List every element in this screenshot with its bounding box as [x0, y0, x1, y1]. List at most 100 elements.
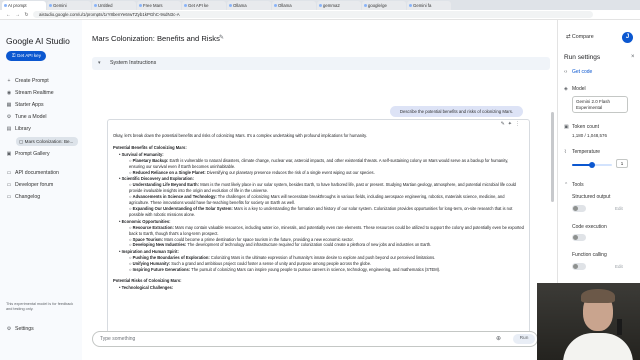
- browser-toolbar: ← → ↻ aistudio.google.com/u/1/prompts/1r…: [0, 10, 640, 20]
- close-icon[interactable]: ×: [631, 54, 635, 60]
- browser-tab[interactable]: google/ge: [362, 1, 406, 10]
- get-code-link[interactable]: Get code: [572, 69, 592, 75]
- sidebar-item-label: API documentation: [15, 170, 59, 176]
- apps-icon: ▦: [6, 102, 12, 108]
- benefits-heading: Potential Benefits of Colonizing Mars:: [113, 144, 187, 150]
- model-label: Model: [572, 86, 586, 92]
- benefit-item-label: Unifying Humanity:: [132, 261, 171, 267]
- structured-output-toggle[interactable]: [572, 205, 586, 212]
- sidebar-item-developer-forum[interactable]: ▭ Developer forum: [6, 182, 54, 188]
- structured-output-label: Structured output: [572, 194, 611, 200]
- token-icon: ▣: [564, 124, 569, 130]
- benefit-group-label: Inspiration and Human Spirit:: [121, 249, 179, 255]
- sidebar-item-stream-realtime[interactable]: ◉ Stream Realtime: [6, 90, 54, 96]
- browser-tab[interactable]: gemma2: [317, 1, 361, 10]
- sidebar-item-starter-apps[interactable]: ▦ Starter Apps: [6, 102, 44, 108]
- webcam-overlay: [537, 283, 640, 360]
- reload-icon[interactable]: ↻: [24, 12, 29, 18]
- prompt-input[interactable]: Type something: [100, 332, 135, 347]
- add-media-icon[interactable]: ⊕: [496, 335, 501, 342]
- response-toolbar: ✎✦⋮: [501, 121, 523, 127]
- temperature-slider-handle[interactable]: [589, 162, 595, 168]
- get-api-key-button[interactable]: ⚿ Get API key: [6, 51, 46, 61]
- model-select[interactable]: Gemini 2.0 Flash Experimental: [572, 96, 628, 113]
- sidebar-item-changelog[interactable]: ▭ Changelog: [6, 194, 40, 200]
- sidebar-item-label: Create Prompt: [15, 78, 49, 84]
- risk-group-heading: • Technological Challenges:: [119, 284, 174, 290]
- run-button[interactable]: Run: [513, 334, 535, 344]
- benefit-item-label: Developing New Industries:: [132, 242, 187, 248]
- changelog-icon: ▭: [6, 194, 12, 200]
- function-calling-toggle[interactable]: [572, 263, 586, 270]
- edit-title-icon[interactable]: ✎: [219, 34, 224, 41]
- browser-tab[interactable]: Ollama: [272, 1, 316, 10]
- token-count-value: 1,180 / 1,048,576: [572, 133, 608, 138]
- tune-icon: ⚙: [6, 114, 12, 120]
- benefit-item-text: Colonizing Mars is the ultimate expressi…: [210, 255, 436, 261]
- gallery-icon: ▣: [6, 151, 12, 157]
- response-intro: Okay, let's break down the potential ben…: [113, 133, 367, 138]
- gear-icon: ⚙: [6, 326, 12, 332]
- benefit-item-text: Mars could become a prime destination fo…: [164, 236, 354, 242]
- code-execution-toggle[interactable]: [572, 234, 586, 241]
- temperature-input[interactable]: 1: [616, 159, 628, 168]
- sidebar-item-settings[interactable]: ⚙ Settings: [6, 326, 34, 332]
- sidebar-item-label: Changelog: [15, 194, 41, 200]
- benefit-item-text: Diversifying our planetary presence redu…: [206, 169, 375, 175]
- forward-icon[interactable]: →: [15, 12, 20, 18]
- run-label: Run: [519, 336, 529, 341]
- more-icon[interactable]: ⋮: [515, 121, 523, 127]
- run-settings-title: Run settings: [564, 54, 601, 61]
- sidebar-item-prompt-gallery[interactable]: ▣ Prompt Gallery: [6, 151, 50, 157]
- compare-label: Compare: [571, 34, 594, 40]
- benefit-item-label: Planetary Backup:: [132, 157, 169, 163]
- compare-button[interactable]: ⇄ Compare: [566, 34, 594, 40]
- browser-tab[interactable]: Untitled: [92, 1, 136, 10]
- avatar[interactable]: J: [622, 32, 633, 43]
- plus-icon: +: [7, 78, 11, 84]
- benefit-item-text: The pursuit of colonizing Mars can inspi…: [191, 267, 441, 273]
- model-icon: ◈: [564, 86, 568, 92]
- function-calling-edit[interactable]: Edit: [615, 264, 623, 269]
- edit-icon[interactable]: ✎: [501, 121, 508, 127]
- rerun-icon[interactable]: ✦: [508, 121, 515, 127]
- library-item-mars-colonization[interactable]: ▢ Mars Colonization: Be...: [16, 137, 78, 146]
- code-icon: ‹›: [564, 69, 568, 75]
- system-instructions-toggle[interactable]: ▾ System Instructions: [92, 57, 550, 70]
- browser-tab[interactable]: Free Mars: [137, 1, 181, 10]
- sidebar-item-api-docs[interactable]: ▭ API documentation: [6, 170, 59, 176]
- sidebar-item-label: Prompt Gallery: [15, 151, 50, 157]
- browser-tab[interactable]: Get API ke: [182, 1, 226, 10]
- benefit-item-label: Understanding Life Beyond Earth:: [132, 182, 200, 188]
- sidebar-item-tune-model[interactable]: ⚙ Tune a Model: [6, 114, 47, 120]
- sidebar-item-library[interactable]: ▤ Library: [6, 126, 31, 132]
- benefit-group-label: Scientific Discovery and Exploration:: [121, 176, 194, 182]
- response-text: Okay, let's break down the potential ben…: [113, 133, 525, 291]
- docs-icon: ▭: [6, 170, 12, 176]
- benefit-item-label: Pushing the Boundaries of Exploration:: [132, 255, 210, 261]
- tools-label: Tools: [572, 182, 584, 188]
- sidebar-item-create-prompt[interactable]: + Create Prompt: [6, 78, 49, 84]
- structured-output-edit[interactable]: Edit: [615, 206, 623, 211]
- browser-tab[interactable]: Gemini: [47, 1, 91, 10]
- prompt-input-bar: Type something ⊕ Run: [92, 331, 538, 347]
- benefit-group-label: Economic Opportunities:: [121, 218, 171, 224]
- risks-heading: Potential Risks of Colonizing Mars:: [113, 277, 182, 283]
- benefit-item-text: Such a grand and ambitious project could…: [171, 261, 372, 267]
- temperature-icon: ⌇: [564, 149, 567, 155]
- benefit-item: ○ Reduced Reliance on a Single Planet: D…: [129, 169, 375, 175]
- benefit-item: ○ Advancements in Science and Technology…: [129, 194, 505, 206]
- browser-tab[interactable]: AI prompt: [2, 1, 46, 10]
- benefit-item-text: The development of technology and infras…: [187, 242, 432, 248]
- chat-scrollbar[interactable]: [551, 112, 554, 202]
- browser-tab[interactable]: Gemini fa: [407, 1, 451, 10]
- browser-tab[interactable]: Ollama: [227, 1, 271, 10]
- left-sidebar: Google AI Studio ⚿ Get API key + Create P…: [0, 20, 82, 360]
- benefit-item-label: Advancements in Science and Technology:: [132, 194, 217, 200]
- back-icon[interactable]: ←: [6, 12, 11, 18]
- temperature-slider[interactable]: [572, 162, 612, 168]
- code-execution-label: Code execution: [572, 224, 607, 230]
- tools-chevron-icon[interactable]: ⌃: [564, 182, 568, 188]
- chat-main-area: Mars Colonization: Benefits and Risks ✎ …: [82, 20, 557, 360]
- address-bar[interactable]: aistudio.google.com/u/1/prompts/1rY8benY…: [33, 11, 593, 18]
